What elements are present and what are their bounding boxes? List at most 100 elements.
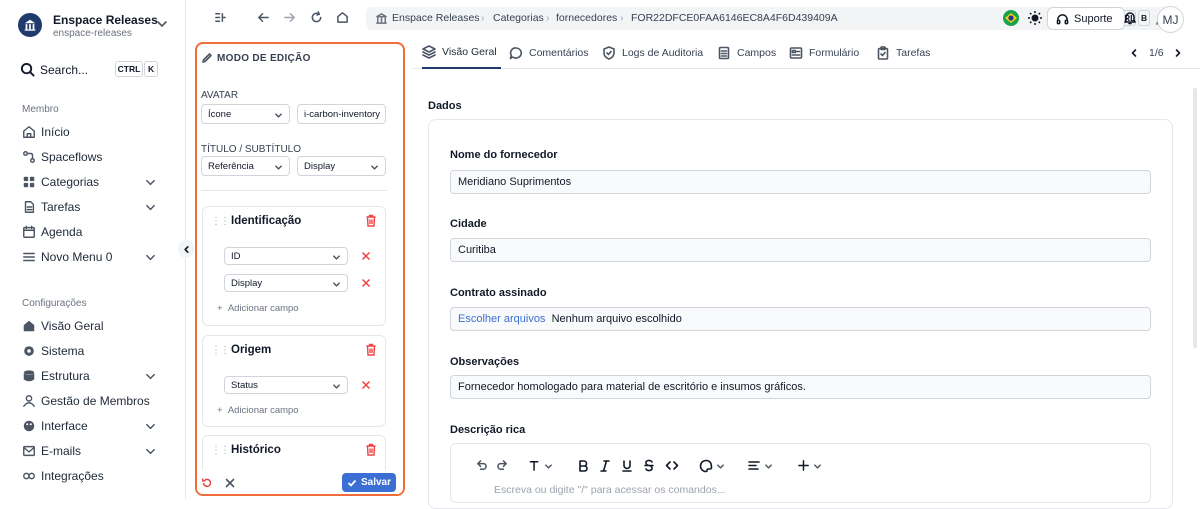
field-group-origem: ⋮⋮ Origem Status + Adicionar campo — [202, 335, 386, 427]
city-input[interactable]: Curitiba — [450, 238, 1151, 262]
add-field-button[interactable]: + Adicionar campo — [217, 303, 299, 314]
chevron-down-icon[interactable] — [764, 462, 773, 471]
strikethrough-icon[interactable] — [643, 459, 655, 472]
rich-text-editor[interactable]: Escreva ou digite "/" para acessar os co… — [450, 443, 1151, 503]
add-field-button[interactable]: + Adicionar campo — [217, 405, 299, 416]
notes-input[interactable]: Fornecedor homologado para material de e… — [450, 375, 1151, 399]
gear-icon — [24, 346, 34, 356]
chevron-right-icon[interactable] — [1173, 48, 1183, 58]
workspace-logo-icon — [18, 13, 42, 37]
field-select-display[interactable]: Display — [224, 274, 348, 292]
editor-placeholder: Escreva ou digite "/" para acessar os co… — [494, 484, 726, 496]
nav-item-tarefas[interactable]: Tarefas — [22, 197, 162, 217]
kbd-k: K — [144, 61, 158, 77]
avatar[interactable]: MJ — [1157, 6, 1184, 33]
field-select-status[interactable]: Status — [224, 376, 348, 394]
italic-icon[interactable] — [599, 459, 611, 472]
trash-icon[interactable] — [365, 343, 377, 356]
chevron-down-icon[interactable] — [544, 462, 553, 471]
check-icon — [347, 479, 357, 487]
workspace-slug: enspace-releases — [53, 28, 132, 39]
tab-visao-geral[interactable]: Visão Geral — [422, 37, 501, 69]
code-icon[interactable] — [665, 459, 679, 472]
redo-icon[interactable] — [496, 459, 509, 472]
nav-label: Agenda — [41, 225, 83, 239]
sidebar-toggle-icon[interactable] — [214, 11, 227, 24]
grid-icon — [23, 176, 35, 188]
tab-label: Formulário — [809, 47, 860, 59]
title-subtitle-label: TÍTULO / SUBTÍTULO — [201, 144, 302, 155]
save-button[interactable]: Salvar — [342, 473, 396, 492]
nav-item-spaceflows[interactable]: Spaceflows — [22, 147, 162, 167]
cancel-icon[interactable] — [225, 478, 235, 488]
chevron-down-icon — [157, 21, 167, 27]
nav-item-agenda[interactable]: Agenda — [22, 222, 162, 242]
close-icon[interactable] — [361, 278, 371, 288]
nav-label: Categorias — [41, 175, 100, 189]
color-palette-icon[interactable] — [699, 459, 713, 473]
search-button[interactable]: Search... CTRL K — [20, 60, 165, 80]
tab-campos[interactable]: Campos — [717, 37, 776, 69]
trash-icon[interactable] — [365, 443, 377, 456]
section-title-membro: Membro — [22, 104, 59, 115]
subtitle-select[interactable]: Display — [297, 156, 386, 176]
tab-comentarios[interactable]: Comentários — [509, 37, 589, 69]
drag-handle-icon[interactable]: ⋮⋮ — [211, 216, 230, 227]
chevron-left-icon[interactable] — [1129, 48, 1139, 58]
back-arrow-icon[interactable] — [257, 11, 270, 24]
nav-item-interface[interactable]: Interface — [22, 416, 162, 436]
brazil-flag-icon[interactable] — [1003, 10, 1019, 26]
chevron-down-icon[interactable] — [813, 462, 822, 471]
nav-item-estrutura[interactable]: Estrutura — [22, 366, 162, 386]
choose-files-button[interactable]: Escolher arquivos — [458, 313, 545, 325]
workspace-switcher[interactable]: Enspace Releases enspace-releases — [18, 11, 186, 41]
page-scrollbar[interactable] — [1193, 88, 1197, 348]
supplier-name-input[interactable]: Meridiano Suprimentos — [450, 170, 1151, 194]
text-style-icon[interactable] — [528, 459, 542, 472]
support-button[interactable]: Suporte — [1047, 7, 1125, 30]
drag-handle-icon[interactable]: ⋮⋮ — [211, 445, 230, 456]
title-select[interactable]: Referência — [201, 156, 290, 176]
avatar-type-select[interactable]: Ícone — [201, 104, 290, 124]
nav-item-integracoes[interactable]: Integrações — [22, 466, 162, 486]
breadcrumb-item[interactable]: Enspace Releases — [392, 12, 480, 24]
nav-item-inicio[interactable]: Início — [22, 122, 162, 142]
chevron-down-icon[interactable] — [716, 462, 725, 471]
avatar-icon-input[interactable]: i-carbon-inventory — [297, 104, 386, 124]
bold-icon[interactable] — [577, 459, 589, 472]
align-icon[interactable] — [747, 459, 761, 472]
nav-item-gestao-membros[interactable]: Gestão de Membros — [22, 391, 162, 411]
home-icon[interactable] — [336, 11, 349, 24]
plus-icon[interactable] — [797, 459, 810, 472]
tab-logs-auditoria[interactable]: Logs de Auditoria — [602, 37, 703, 69]
contract-file-input[interactable]: Escolher arquivos Nenhum arquivo escolhi… — [450, 307, 1151, 331]
underline-icon[interactable] — [621, 459, 633, 472]
bell-icon[interactable] — [1123, 11, 1137, 25]
close-icon[interactable] — [361, 251, 371, 261]
trash-icon[interactable] — [365, 214, 377, 227]
nav-label: Novo Menu 0 — [41, 250, 113, 264]
chevron-down-icon — [146, 373, 155, 380]
reset-icon[interactable] — [201, 477, 213, 489]
nav-label: Gestão de Membros — [41, 394, 150, 408]
sidebar: Enspace Releases enspace-releases Search… — [0, 0, 186, 499]
nav-item-emails[interactable]: E-mails — [22, 441, 162, 461]
fields-icon — [718, 46, 730, 60]
undo-icon[interactable] — [475, 459, 488, 472]
nav-item-visao-geral[interactable]: Visão Geral — [22, 316, 162, 336]
nav-item-categorias[interactable]: Categorias — [22, 172, 162, 192]
field-select-id[interactable]: ID — [224, 247, 348, 265]
nav-item-sistema[interactable]: Sistema — [22, 341, 162, 361]
breadcrumb-item[interactable]: fornecedores — [556, 12, 617, 24]
drag-handle-icon[interactable]: ⋮⋮ — [211, 345, 230, 356]
pencil-icon — [202, 53, 212, 63]
refresh-icon[interactable] — [310, 11, 323, 24]
tab-tarefas[interactable]: Tarefas — [876, 37, 930, 69]
close-icon[interactable] — [361, 380, 371, 390]
sidebar-collapse-button[interactable] — [178, 240, 194, 258]
breadcrumb-item[interactable]: Categorias — [493, 12, 544, 24]
nav-item-novo-menu[interactable]: Novo Menu 0 — [22, 247, 162, 267]
sun-icon[interactable] — [1027, 10, 1043, 26]
tab-formulario[interactable]: Formulário — [789, 37, 859, 69]
forward-arrow-icon[interactable] — [283, 11, 296, 24]
